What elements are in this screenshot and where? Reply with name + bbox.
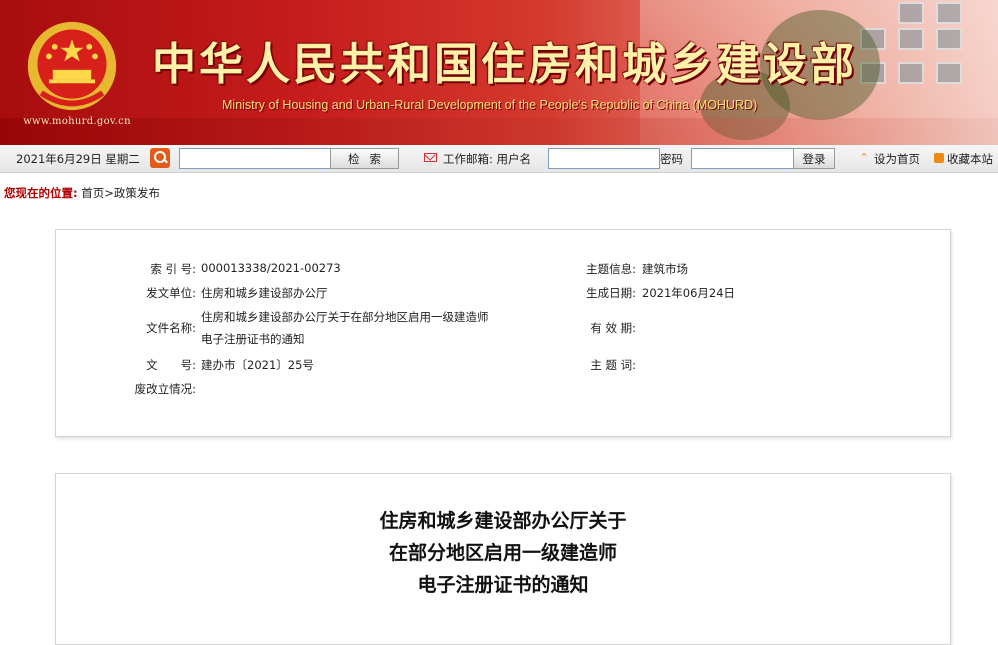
filename-line2: 电子注册证书的通知: [201, 332, 305, 346]
breadcrumb-label: 您现在的位置:: [4, 186, 78, 200]
breadcrumb: 您现在的位置: 首页>政策发布: [4, 185, 160, 201]
validity-label: 有 效 期:: [590, 321, 636, 335]
mail-icon: [424, 153, 437, 162]
filename-line1: 住房和城乡建设部办公厅关于在部分地区启用一级建造师: [201, 310, 489, 324]
topic-value: 建筑市场: [642, 262, 688, 276]
issuer-label: 发文单位:: [146, 286, 196, 300]
search-button[interactable]: 检索: [330, 148, 399, 169]
document-body: 住房和城乡建设部办公厅关于 在部分地区启用一级建造师 电子注册证书的通知: [55, 473, 951, 645]
site-url: www.mohurd.gov.cn: [23, 116, 131, 127]
document-info-panel: 索 引 号: 000013338/2021-00273 主题信息: 建筑市场 发…: [55, 229, 951, 437]
search-icon[interactable]: [150, 148, 170, 168]
mail-username-label: 工作邮箱: 用户名: [443, 152, 532, 166]
top-toolbar: 2021年6月29日 星期二 检索 工作邮箱: 用户名 密码 登录 ⌃ 设为首页…: [0, 145, 998, 173]
header-banner: www.mohurd.gov.cn 中华人民共和国住房和城乡建设部 Minist…: [0, 0, 998, 145]
date-label: 生成日期:: [586, 286, 636, 300]
filename-label: 文件名称:: [146, 321, 196, 335]
issuer-value: 住房和城乡建设部办公厅: [201, 286, 328, 300]
current-date: 2021年6月29日 星期二: [16, 152, 140, 166]
document-title-line1: 住房和城乡建设部办公厅关于: [379, 510, 627, 532]
password-field[interactable]: [691, 148, 795, 169]
index-label: 索 引 号:: [150, 262, 196, 276]
set-homepage-link[interactable]: 设为首页: [874, 151, 920, 167]
ministry-title-en: Ministry of Housing and Urban-Rural Deve…: [222, 98, 758, 112]
bookmark-link[interactable]: 收藏本站: [947, 151, 993, 167]
password-label: 密码: [660, 152, 683, 166]
index-value: 000013338/2021-00273: [201, 261, 341, 275]
document-title-line2: 在部分地区启用一级建造师: [388, 542, 617, 564]
breadcrumb-path[interactable]: 首页>政策发布: [81, 186, 160, 200]
date-value: 2021年06月24日: [642, 286, 736, 300]
status-label: 废改立情况:: [134, 382, 196, 396]
login-button[interactable]: 登录: [793, 148, 835, 169]
national-emblem-icon: [27, 21, 117, 111]
docno-label: 文 号:: [146, 358, 196, 372]
topic-label: 主题信息:: [586, 262, 636, 276]
docno-value: 建办市〔2021〕25号: [201, 358, 314, 372]
upward-arrow-icon: ⌃: [859, 151, 870, 165]
document-title-line3: 电子注册证书的通知: [417, 574, 589, 596]
rss-icon: [934, 153, 944, 163]
username-field[interactable]: [548, 148, 660, 169]
keyword-label: 主 题 词:: [590, 358, 636, 372]
ministry-title-cn: 中华人民共和国住房和城乡建设部: [152, 39, 857, 90]
search-input[interactable]: [179, 148, 335, 169]
